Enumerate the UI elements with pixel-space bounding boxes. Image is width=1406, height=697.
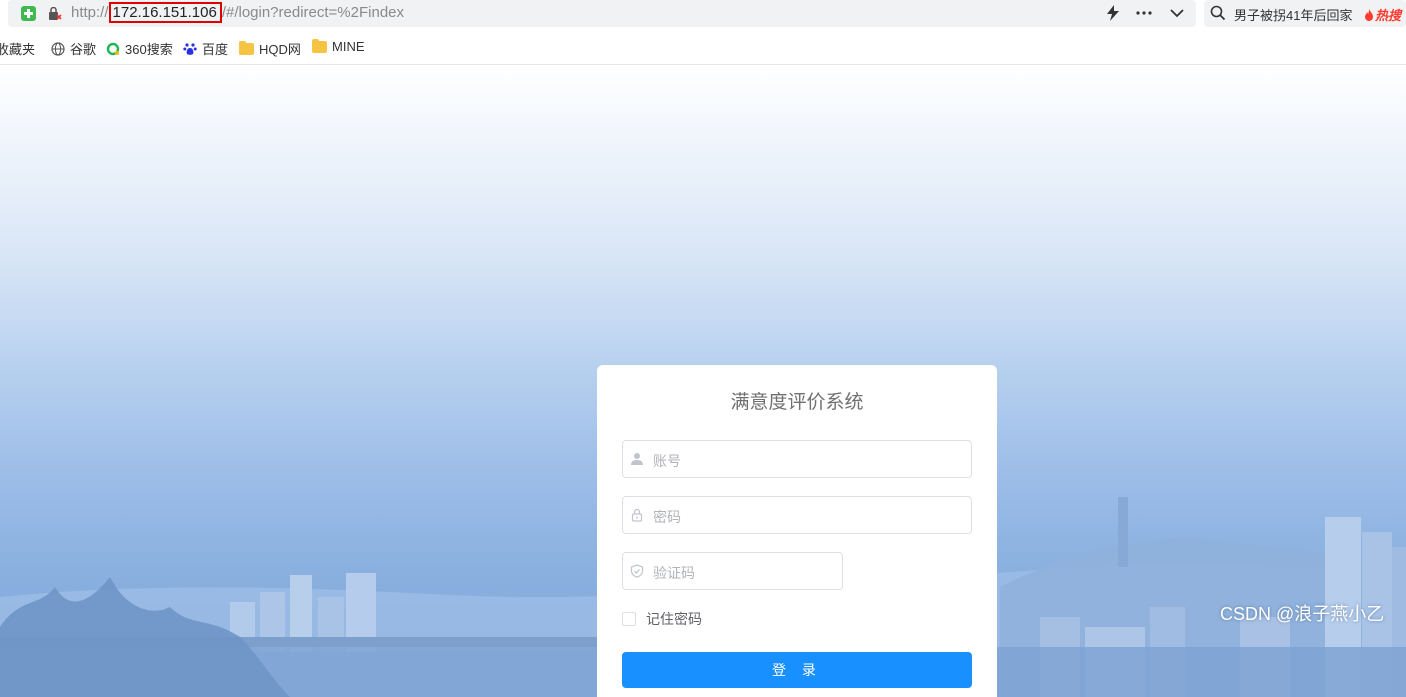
bookmark-favorites[interactable]: 收藏夹 [0, 39, 35, 58]
noscript-icon[interactable] [48, 7, 62, 21]
lightning-icon[interactable] [1106, 5, 1120, 21]
login-page-background: 满意度评价系统 账号 密码 验证码 记住密码 登 录 CSDN @浪子燕小乙 [0, 65, 1406, 697]
search-suggestion[interactable]: 男子被拐41年后回家 [1234, 5, 1352, 24]
url-host-highlight: 172.16.151.106 [108, 2, 222, 23]
bookmark-360search[interactable]: 360搜索 [106, 39, 173, 58]
remember-checkbox[interactable] [622, 612, 636, 626]
bookmark-label: HQD网 [259, 42, 301, 57]
chevron-down-icon[interactable] [1170, 8, 1184, 18]
username-input[interactable]: 账号 [622, 440, 972, 478]
user-icon [631, 453, 643, 465]
more-icon[interactable] [1136, 11, 1152, 15]
url-prefix: http:// [71, 4, 109, 21]
remember-password[interactable]: 记住密码 [622, 609, 702, 629]
fire-icon [1365, 9, 1373, 21]
url-suffix: /#/login?redirect=%2Findex [221, 4, 405, 21]
login-title: 满意度评价系统 [730, 392, 864, 413]
bookmark-folder-mine[interactable]: MINE [312, 38, 365, 54]
bookmark-label: MINE [332, 39, 365, 54]
shield-icon [630, 564, 644, 578]
search-icon [1210, 5, 1226, 21]
folder-icon [312, 38, 327, 53]
login-button[interactable]: 登 录 [622, 652, 972, 688]
login-card: 满意度评价系统 账号 密码 验证码 记住密码 登 录 [597, 365, 997, 697]
hot-search-label: 热搜 [1375, 8, 1402, 23]
security-shield-icon[interactable] [21, 6, 36, 21]
lock-icon [631, 508, 643, 522]
folder-icon [239, 40, 254, 55]
search360-icon [106, 42, 120, 55]
bookmark-baidu[interactable]: 百度 [183, 39, 228, 58]
bookmark-label: 百度 [202, 42, 229, 57]
bookmark-google[interactable]: 谷歌 [51, 39, 96, 58]
password-input[interactable]: 密码 [622, 496, 972, 534]
password-placeholder: 密码 [653, 509, 681, 525]
search-box[interactable]: 男子被拐41年后回家 热搜 [1204, 0, 1406, 27]
browser-address-row: http://172.16.151.106/#/login?redirect=%… [0, 0, 1406, 28]
bookmark-folder-hqd[interactable]: HQD网 [239, 39, 301, 58]
globe-icon [51, 41, 65, 56]
watermark: CSDN @浪子燕小乙 [1220, 604, 1385, 624]
remember-label: 记住密码 [646, 611, 702, 627]
bookmark-label: 谷歌 [70, 42, 97, 57]
address-bar[interactable]: http://172.16.151.106/#/login?redirect=%… [8, 0, 1196, 27]
hot-search-badge[interactable]: 热搜 [1364, 5, 1401, 24]
url-text[interactable]: http://172.16.151.106/#/login?redirect=%… [71, 2, 405, 23]
bookmark-label: 360搜索 [125, 42, 173, 57]
captcha-placeholder: 验证码 [653, 565, 695, 581]
bookmarks-bar: 收藏夹 谷歌 360搜索 百度 HQD网 MINE [0, 28, 1406, 65]
username-placeholder: 账号 [653, 453, 681, 469]
captcha-input[interactable]: 验证码 [622, 552, 843, 590]
bookmark-label: 收藏夹 [0, 42, 36, 57]
baidu-paw-icon [183, 42, 197, 55]
